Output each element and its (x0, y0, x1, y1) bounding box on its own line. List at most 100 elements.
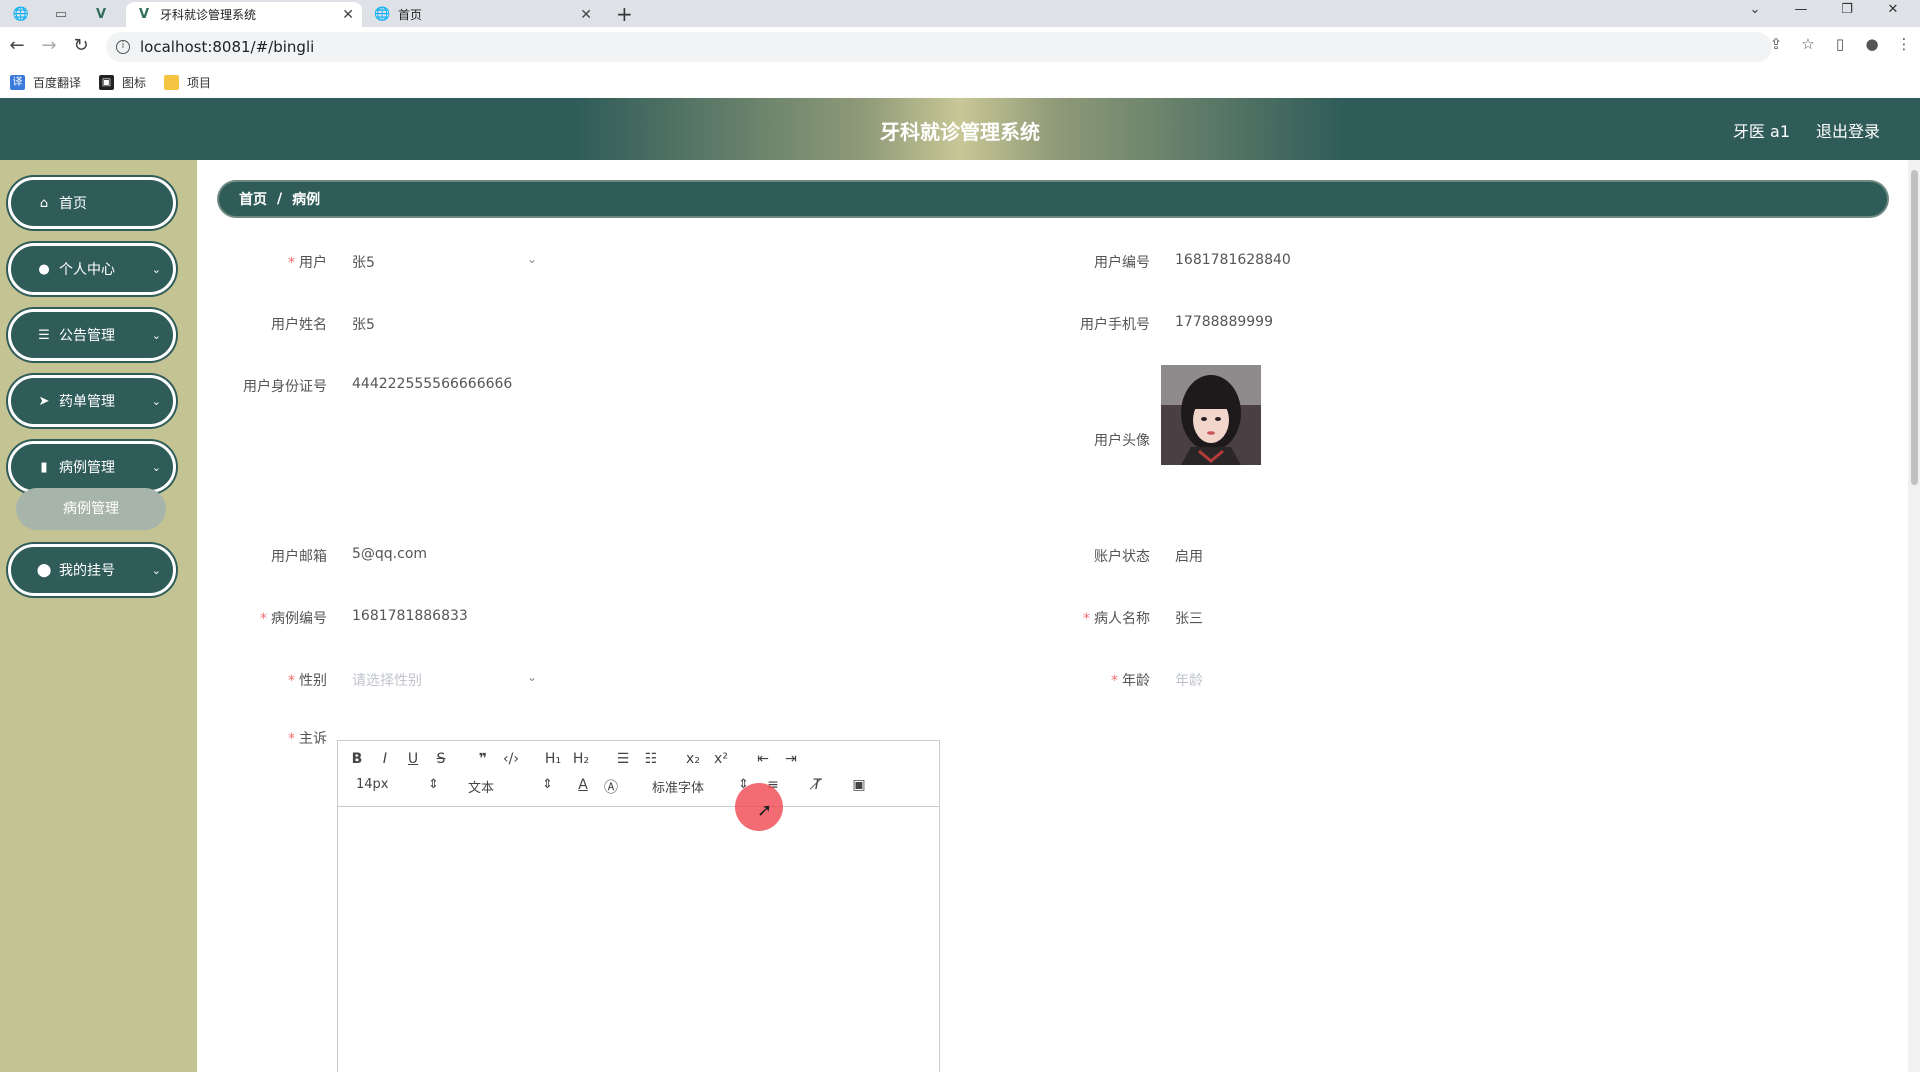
heading2-icon[interactable]: H₂ (570, 751, 592, 767)
gender-select[interactable]: 请选择性别 (352, 670, 422, 690)
age-input[interactable]: 年龄 (1175, 670, 1203, 690)
bar-chart-icon: ▮ (40, 459, 48, 475)
minimize-button[interactable]: — (1778, 2, 1824, 24)
account-status-label: 账户状态 (1094, 549, 1150, 565)
back-icon[interactable]: ← (6, 35, 28, 57)
font-color-icon[interactable]: A (572, 777, 594, 793)
heading1-icon[interactable]: H₁ (542, 751, 564, 767)
blockquote-icon[interactable]: ❞ (472, 751, 494, 767)
underline-icon[interactable]: U (402, 751, 424, 767)
chevron-down-icon[interactable]: ⌄ (1732, 2, 1778, 24)
case-no-label: * 病例编号 (260, 611, 327, 627)
close-icon[interactable]: ✕ (342, 7, 354, 23)
bold-icon[interactable]: B (346, 751, 368, 767)
user-phone-value[interactable]: 17788889999 (1175, 314, 1273, 330)
location-icon: ⬤ (36, 562, 52, 578)
breadcrumb-home[interactable]: 首页 (239, 189, 267, 209)
url-input[interactable]: i localhost:8081/#/bingli (106, 32, 1772, 62)
translate-icon: 译 (10, 74, 25, 90)
sidebar-item-label: 首页 (59, 196, 87, 212)
tab-active[interactable]: V 牙科就诊管理系统 ✕ (126, 2, 362, 27)
info-icon[interactable]: i (116, 40, 130, 54)
sidebar-item-home[interactable]: ⌂ 首页 (8, 177, 176, 229)
chevron-down-icon: ⌄ (151, 394, 161, 408)
star-icon[interactable]: ☆ (1792, 35, 1824, 59)
sidebar-item-case[interactable]: ▮ 病例管理 ⌄ (8, 441, 176, 493)
window-close-button[interactable]: ✕ (1870, 2, 1916, 24)
tab-home[interactable]: 🌐 首页 ✕ (364, 2, 600, 27)
case-no-input[interactable]: 1681781886833 (352, 608, 468, 624)
bookmark-label: 项目 (187, 75, 212, 90)
updown-icon[interactable]: ⇕ (542, 777, 553, 792)
text-type-select[interactable]: 文本 (468, 777, 494, 796)
user-phone-label: 用户手机号 (1080, 317, 1150, 333)
code-icon[interactable]: ‹/› (500, 751, 522, 767)
blank-tab-icon[interactable]: ▭ (46, 4, 76, 24)
globe-icon[interactable]: 🌐 (6, 4, 36, 24)
clear-format-icon[interactable]: T̸ (806, 777, 828, 793)
chevron-down-icon: ⌄ (151, 563, 161, 577)
bookmark-project[interactable]: 项目 (164, 74, 211, 91)
sidepanel-icon[interactable]: ▯ (1824, 35, 1856, 59)
user-label: * 用户 (288, 255, 327, 271)
folder-icon (164, 74, 180, 90)
user-no-value[interactable]: 1681781628840 (1175, 252, 1291, 268)
sidebar-item-label: 个人中心 (59, 262, 115, 278)
sidebar-item-label: 公告管理 (59, 328, 115, 344)
globe-icon: 🌐 (374, 7, 391, 22)
sidebar-item-personal-center[interactable]: ● 个人中心 ⌄ (8, 243, 176, 295)
logout-button[interactable]: 退出登录 (1816, 118, 1880, 142)
bookmark-baidu-translate[interactable]: 译 百度翻译 (10, 74, 81, 91)
share-icon[interactable]: ⇪ (1760, 35, 1792, 59)
user-id-label: 用户身份证号 (243, 379, 327, 395)
image-icon[interactable]: ▣ (848, 777, 870, 793)
close-icon[interactable]: ✕ (580, 7, 592, 23)
bullet-list-icon[interactable]: ☷ (640, 751, 662, 767)
vue-logo-icon: V (138, 7, 150, 22)
send-icon: ➤ (38, 393, 50, 409)
chevron-down-icon: ⌄ (151, 262, 161, 276)
account-status-value[interactable]: 启用 (1175, 546, 1203, 566)
chevron-down-icon[interactable]: ⌄ (527, 252, 537, 266)
menu-dots-icon[interactable]: ⋮ (1888, 35, 1920, 59)
chevron-down-icon: ⌄ (151, 460, 161, 474)
profile-icon[interactable]: ● (1856, 35, 1888, 59)
subscript-icon[interactable]: x₂ (682, 751, 704, 767)
superscript-icon[interactable]: x² (710, 751, 732, 767)
vue-icon[interactable]: V (86, 4, 116, 24)
forward-icon[interactable]: → (38, 35, 60, 57)
sidebar-item-prescription[interactable]: ➤ 药单管理 ⌄ (8, 375, 176, 427)
chevron-down-icon[interactable]: ⌄ (527, 670, 537, 684)
restore-button[interactable]: ❐ (1824, 2, 1870, 24)
background-color-icon[interactable]: Ⓐ (600, 777, 622, 797)
avatar-photo (1161, 365, 1261, 465)
reload-icon[interactable]: ↻ (70, 35, 92, 57)
bookmarks-bar: 译 百度翻译 ▣ 图标 项目 (0, 67, 1920, 97)
outdent-icon[interactable]: ⇤ (752, 751, 774, 767)
new-tab-button[interactable]: + (616, 2, 633, 26)
user-select[interactable]: 张5 (352, 252, 375, 272)
page-scrollbar[interactable] (1908, 160, 1920, 1072)
bookmark-icons[interactable]: ▣ 图标 (99, 74, 146, 91)
sidebar-item-my-registration[interactable]: ⬤ 我的挂号 ⌄ (8, 544, 176, 596)
ordered-list-icon[interactable]: ☰ (612, 751, 634, 767)
sidebar-item-label: 我的挂号 (59, 563, 115, 579)
user-name-value[interactable]: 张5 (352, 314, 375, 334)
indent-icon[interactable]: ⇥ (780, 751, 802, 767)
user-email-value[interactable]: 5@qq.com (352, 546, 427, 562)
user-icon: ● (38, 261, 50, 277)
patient-name-input[interactable]: 张三 (1175, 608, 1203, 628)
list-icon: ☰ (38, 327, 50, 343)
italic-icon[interactable]: I (374, 751, 396, 767)
scrollbar-thumb[interactable] (1911, 170, 1918, 485)
rich-text-editor[interactable]: B I U S ❞ ‹/› H₁ H₂ ☰ ☷ x₂ x² ⇤ ⇥ 14px ⇕… (337, 740, 940, 1072)
strikethrough-icon[interactable]: S (430, 751, 452, 767)
font-size-select[interactable]: 14px (356, 777, 389, 792)
user-name-label: 用户姓名 (271, 317, 327, 333)
sidebar-subitem-case-management[interactable]: 病例管理 (16, 488, 166, 530)
patient-name-label: * 病人名称 (1083, 611, 1150, 627)
user-id-value[interactable]: 444222555566666666 (352, 376, 512, 392)
font-family-select[interactable]: 标准字体 (652, 777, 704, 796)
updown-icon[interactable]: ⇕ (428, 777, 439, 792)
sidebar-item-notice[interactable]: ☰ 公告管理 ⌄ (8, 309, 176, 361)
